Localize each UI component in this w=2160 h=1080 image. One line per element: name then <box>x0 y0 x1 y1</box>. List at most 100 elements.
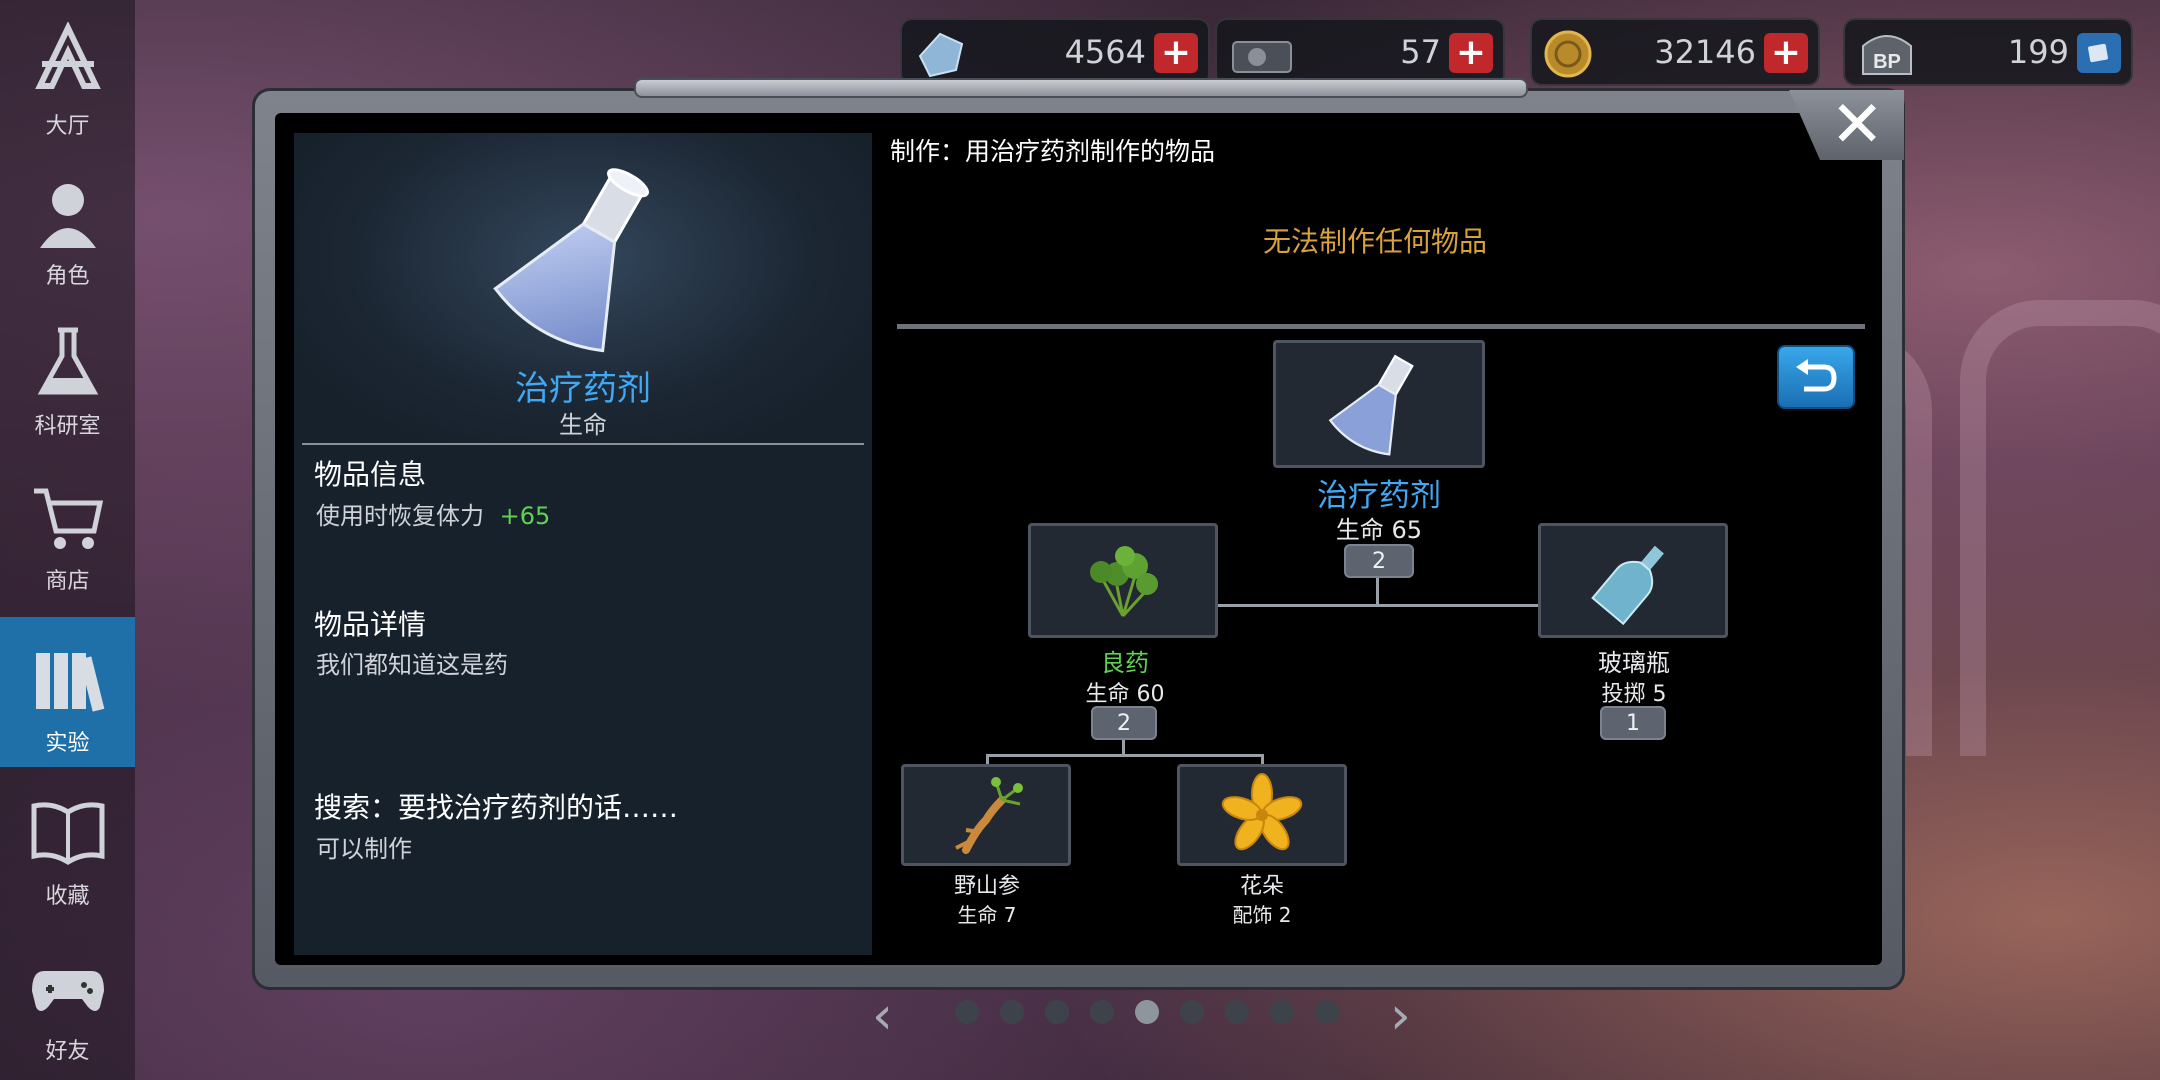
page-dot[interactable] <box>955 1000 979 1024</box>
bp-card-button[interactable] <box>2077 33 2121 73</box>
info-heading: 物品信息 <box>314 458 427 491</box>
medicine-count-badge: 2 <box>1091 706 1157 740</box>
next-page-button[interactable]: › <box>1390 990 1411 1042</box>
open-book-icon <box>31 802 104 865</box>
sidebar-item-label: 大厅 <box>45 114 90 139</box>
sidebar-item-shop[interactable]: 商店 <box>0 455 135 605</box>
page-dot[interactable] <box>1090 1000 1114 1024</box>
character-icon <box>39 184 96 248</box>
add-coin-button[interactable]: + <box>1764 33 1808 73</box>
sidebar-item-collection[interactable]: 收藏 <box>0 770 135 920</box>
chevron-left-icon: ‹ <box>872 986 893 1046</box>
books-icon <box>35 653 104 712</box>
prev-page-button[interactable]: ‹ <box>872 990 893 1042</box>
cart-icon <box>33 488 103 549</box>
undo-button[interactable] <box>1777 345 1855 409</box>
close-icon: ✕ <box>1830 88 1884 162</box>
page-dot[interactable] <box>1000 1000 1024 1024</box>
ginseng-stat: 生命 7 <box>957 903 1017 927</box>
tree-node-flower[interactable] <box>1177 764 1347 866</box>
sidebar-item-experiment[interactable]: 实验 <box>0 617 135 767</box>
svg-text:BP: BP <box>1873 51 1901 73</box>
item-detail-panel: 治疗药剂 生命 物品信息 使用时恢复体力 +65 物品详情 我们都知道这是药 搜… <box>294 133 872 955</box>
tree-connector <box>1218 604 1538 607</box>
add-device-button[interactable]: + <box>1449 33 1493 73</box>
plus-icon: + <box>1770 32 1802 73</box>
sidebar-item-friends[interactable]: 好友 <box>0 925 135 1075</box>
search-heading: 搜索：要找治疗药剂的话…… <box>314 791 679 824</box>
craft-empty-message: 无法制作任何物品 <box>1263 225 1488 258</box>
glass-bottle-stat: 投掷 5 <box>1601 682 1667 707</box>
tree-node-root[interactable] <box>1273 340 1485 468</box>
page-dot[interactable] <box>1045 1000 1069 1024</box>
sidebar-nav: 大厅 角色 科研室 商店 实验 收藏 好友 <box>0 0 135 1080</box>
divider <box>897 324 1865 329</box>
card-icon <box>2088 43 2108 63</box>
flower-stat: 配饰 2 <box>1232 903 1292 927</box>
tree-connector <box>986 754 989 764</box>
page-dot[interactable] <box>1225 1000 1249 1024</box>
medicine-name: 良药 <box>1101 649 1149 677</box>
sidebar-item-label: 好友 <box>45 1039 90 1064</box>
tree-connector <box>1376 578 1379 604</box>
sidebar-item-label: 商店 <box>45 569 90 594</box>
flask-icon <box>1328 354 1414 456</box>
divider <box>302 443 864 445</box>
crystal-amount: 4564 <box>1064 33 1146 71</box>
device-amount: 57 <box>1400 33 1441 71</box>
plus-icon: + <box>1160 32 1192 73</box>
currency-coin: 32146 + <box>1530 18 1820 86</box>
page-dot[interactable] <box>1135 1000 1159 1024</box>
undo-icon <box>1796 359 1837 392</box>
background-arch <box>1960 300 2160 756</box>
page-dot[interactable] <box>1315 1000 1339 1024</box>
page-dot[interactable] <box>1270 1000 1294 1024</box>
sidebar-item-character[interactable]: 角色 <box>0 150 135 300</box>
dialog-top-rail <box>634 78 1528 98</box>
plus-icon: + <box>1455 32 1487 73</box>
add-crystal-button[interactable]: + <box>1154 33 1198 73</box>
detail-heading: 物品详情 <box>314 608 427 641</box>
device-icon <box>1232 41 1292 73</box>
sidebar-item-label: 角色 <box>45 264 90 289</box>
coin-icon <box>1544 30 1592 78</box>
glass-bottle-name: 玻璃瓶 <box>1598 649 1670 677</box>
flower-icon <box>1221 773 1303 851</box>
glass-bottle-count-badge: 1 <box>1600 706 1666 740</box>
tree-node-medicine[interactable] <box>1028 523 1218 638</box>
search-text: 可以制作 <box>316 835 412 863</box>
healing-potion-icon <box>493 168 649 353</box>
info-bonus: +65 <box>499 502 551 530</box>
tree-connector <box>1122 740 1125 754</box>
crystal-icon <box>918 32 964 78</box>
item-category: 生命 <box>559 411 607 439</box>
flower-name: 花朵 <box>1239 874 1285 899</box>
sidebar-item-label: 实验 <box>45 731 90 756</box>
sidebar-item-lobby[interactable]: 大厅 <box>0 0 135 150</box>
craft-title: 制作：用治疗药剂制作的物品 <box>890 137 1216 166</box>
herb-icon <box>1090 545 1158 617</box>
root-name: 治疗药剂 <box>1317 478 1441 514</box>
tree-node-ginseng[interactable] <box>901 764 1071 866</box>
currency-crystal: 4564 + <box>900 18 1210 86</box>
currency-bp: BP 199 <box>1843 18 2133 86</box>
chevron-right-icon: › <box>1390 986 1411 1046</box>
ginseng-icon <box>955 777 1023 854</box>
sidebar-item-label: 科研室 <box>34 414 101 439</box>
medicine-stat: 生命 60 <box>1085 682 1165 707</box>
sidebar-item-lab[interactable]: 科研室 <box>0 300 135 450</box>
info-text: 使用时恢复体力 +65 <box>316 496 550 531</box>
ginseng-name: 野山参 <box>953 874 1021 899</box>
detail-text: 我们都知道这是药 <box>316 651 508 679</box>
tree-connector <box>1261 754 1264 764</box>
tree-node-glass-bottle[interactable] <box>1538 523 1728 638</box>
gamepad-icon <box>31 971 104 1011</box>
glass-bottle-icon <box>1591 545 1664 625</box>
lobby-logo-icon <box>34 22 101 89</box>
page-dot[interactable] <box>1180 1000 1204 1024</box>
flask-icon <box>37 327 98 395</box>
root-count-badge: 2 <box>1344 544 1414 578</box>
currency-device: 57 + <box>1215 18 1505 86</box>
tree-connector <box>986 754 1264 757</box>
info-effect: 使用时恢复体力 <box>316 502 484 530</box>
